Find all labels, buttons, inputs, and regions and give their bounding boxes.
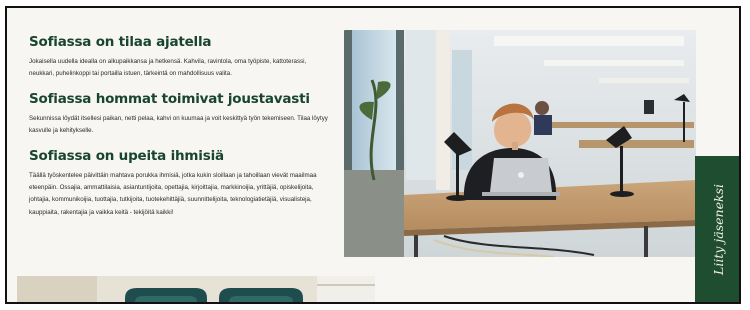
section-heading-space-to-think: Sofiassa on tilaa ajatella (29, 34, 212, 50)
section-heading-people: Sofiassa on upeita ihmisiä (29, 147, 224, 164)
join-member-label: Liity jäseneksi (710, 183, 726, 275)
bottom-photo-partial (17, 276, 375, 302)
section-text-space-to-think: Jokaisella uudella idealla on alkupaikka… (29, 58, 307, 78)
section-text-flexible: Sekunnissa löydät itsellesi paikan, nett… (29, 114, 328, 135)
coworking-photo (344, 30, 696, 257)
page-frame: Sofiassa on tilaa ajatella Jokaisella uu… (5, 6, 741, 304)
join-member-button[interactable]: Liity jäseneksi (695, 156, 739, 302)
section-heading-flexible: Sofiassa hommat toimivat joustavasti (29, 90, 310, 107)
content-column: Sofiassa on tilaa ajatella Jokaisella uu… (29, 34, 331, 219)
section-text-people: Täällä työskentelee päivittäin mahtava p… (29, 171, 317, 216)
